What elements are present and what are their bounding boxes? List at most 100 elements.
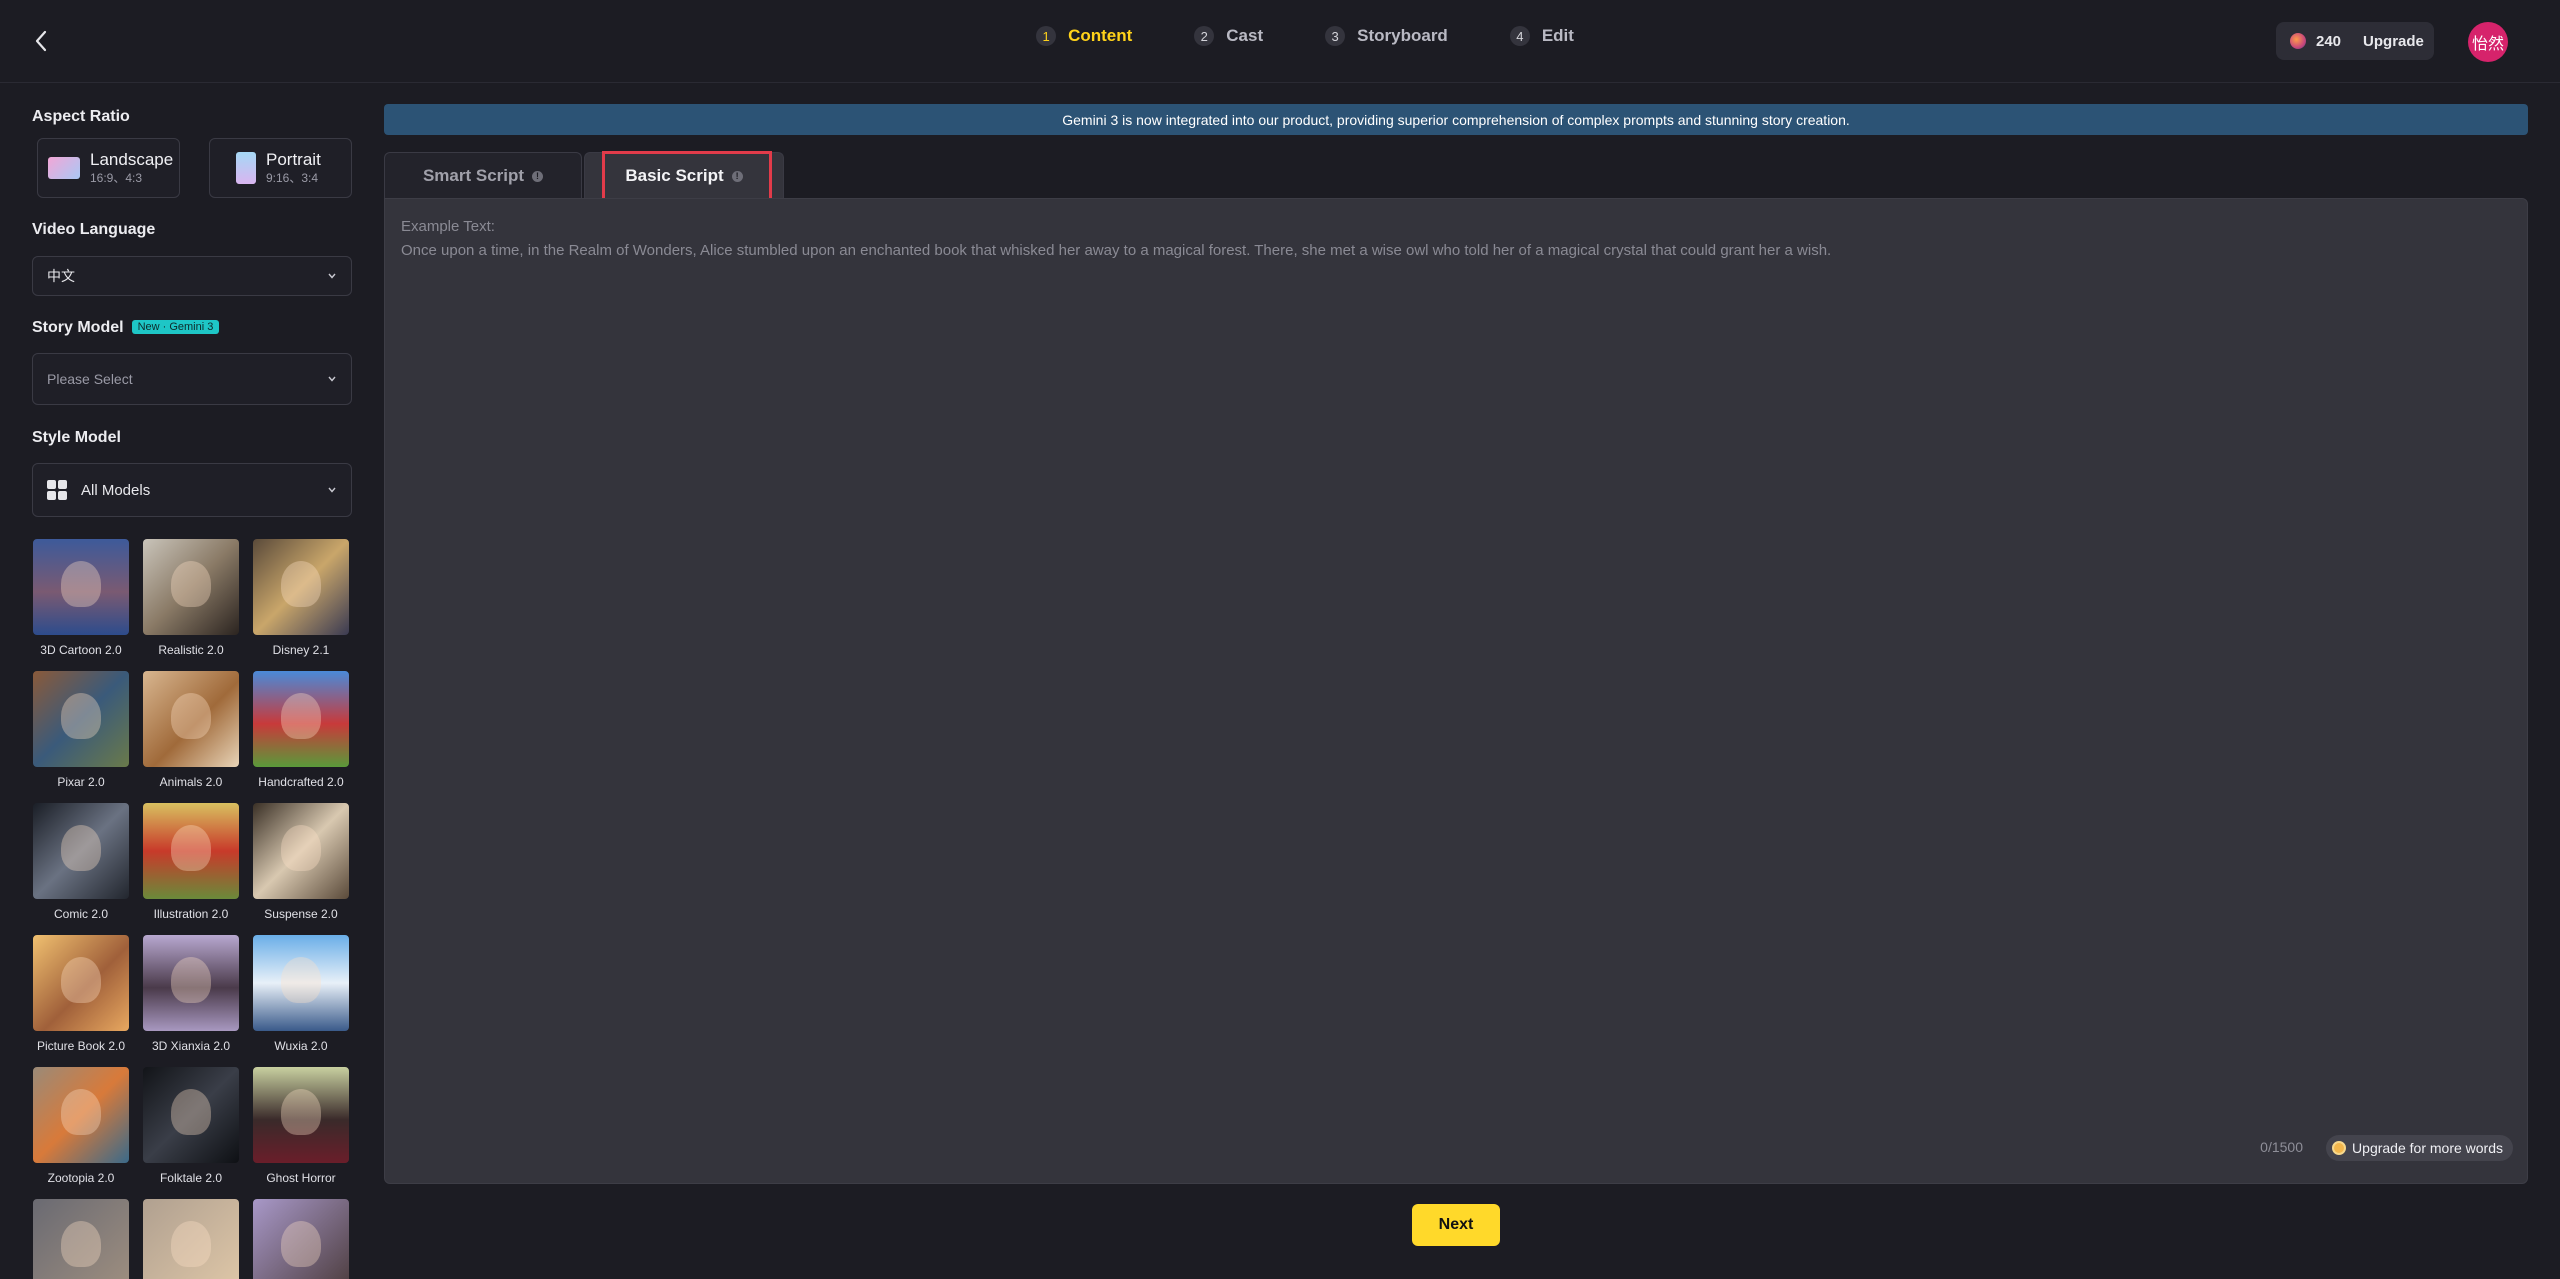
model-thumbnail <box>253 671 349 767</box>
model-thumbnail <box>253 1067 349 1163</box>
model-name: Zootopia 2.0 <box>47 1171 115 1185</box>
model-name: Animals 2.0 <box>159 775 223 789</box>
model-thumbnail <box>253 1199 349 1279</box>
style-model-label: Style Model <box>32 429 121 446</box>
model-name: Picture Book 2.0 <box>36 1039 126 1053</box>
landscape-icon <box>48 157 80 179</box>
portrait-ratios: 9:16、3:4 <box>266 171 319 185</box>
credit-count: 240 <box>2316 32 2342 50</box>
landscape-title: Landscape <box>90 150 174 169</box>
style-model-grid: 3D Cartoon 2.0 Realistic 2.0 Disney 2.1 … <box>33 539 353 1279</box>
model-name: Handcrafted 2.0 <box>258 775 344 789</box>
model-thumbnail <box>143 671 239 767</box>
video-language-value: 中文 <box>47 269 75 285</box>
grid-icon <box>47 480 67 500</box>
model-thumbnail <box>33 1067 129 1163</box>
aspect-ratio-label: Aspect Ratio <box>32 108 130 125</box>
model-thumbnail <box>143 539 239 635</box>
model-card[interactable]: Wuxia 2.0 <box>253 935 349 1053</box>
model-thumbnail <box>143 935 239 1031</box>
new-gemini-badge: New · Gemini 3 <box>131 320 220 334</box>
script-textarea[interactable] <box>385 199 2527 1139</box>
model-card[interactable]: Zootopia 2.0 <box>33 1067 129 1185</box>
upgrade-button[interactable]: Upgrade <box>2363 33 2424 50</box>
step-number: 3 <box>1325 26 1346 46</box>
model-name: 3D Cartoon 2.0 <box>40 643 122 657</box>
model-card[interactable]: 3D Cartoon 2.0 <box>33 539 129 657</box>
step-label: Cast <box>1226 26 1264 45</box>
model-card[interactable]: Ghost Horror <box>253 1067 349 1185</box>
model-thumbnail <box>33 1199 129 1279</box>
model-name: 3D Xianxia 2.0 <box>151 1039 231 1053</box>
announcement-banner: Gemini 3 is now integrated into our prod… <box>384 104 2528 135</box>
model-thumbnail <box>33 935 129 1031</box>
story-model-placeholder: Please Select <box>47 371 133 387</box>
model-name: Wuxia 2.0 <box>274 1039 328 1053</box>
model-thumbnail <box>33 671 129 767</box>
model-thumbnail <box>33 539 129 635</box>
style-model-select[interactable]: All Models <box>32 463 352 517</box>
word-count: 0/1500 <box>2260 1139 2303 1155</box>
coin-icon <box>2332 1141 2347 1155</box>
chevron-down-icon <box>328 273 336 279</box>
model-card[interactable] <box>33 1199 129 1279</box>
model-card[interactable] <box>253 1199 349 1279</box>
model-card[interactable]: Animals 2.0 <box>143 671 239 789</box>
upgrade-words-button[interactable]: Upgrade for more words <box>2326 1135 2513 1161</box>
model-card[interactable]: Comic 2.0 <box>33 803 129 921</box>
model-card[interactable]: Folktale 2.0 <box>143 1067 239 1185</box>
model-card[interactable]: Disney 2.1 <box>253 539 349 657</box>
model-thumbnail <box>143 1067 239 1163</box>
story-model-label: Story Model New · Gemini 3 <box>32 319 220 337</box>
portrait-icon <box>236 152 256 184</box>
step-number: 2 <box>1194 26 1215 46</box>
script-editor: 0/1500 Upgrade for more words <box>384 198 2528 1184</box>
step-label: Storyboard <box>1357 26 1448 45</box>
model-thumbnail <box>253 935 349 1031</box>
video-language-select[interactable]: 中文 <box>32 256 352 296</box>
step-cast[interactable]: 2 Cast <box>1194 26 1263 46</box>
avatar[interactable]: 怡然 <box>2468 22 2508 62</box>
tab-basic-script[interactable]: Basic Script ! <box>584 152 784 199</box>
step-edit[interactable]: 4 Edit <box>1509 26 1574 46</box>
top-bar: 1 Content 2 Cast 3 Storyboard 4 Edit 240… <box>0 0 2560 83</box>
model-card[interactable]: Handcrafted 2.0 <box>253 671 349 789</box>
step-number: 1 <box>1036 26 1057 46</box>
step-label: Edit <box>1541 26 1574 45</box>
model-card[interactable]: 3D Xianxia 2.0 <box>143 935 239 1053</box>
model-name: Pixar 2.0 <box>57 775 105 789</box>
tab-smart-script[interactable]: Smart Script ! <box>384 152 582 199</box>
tab-label: Smart Script <box>422 166 525 185</box>
settings-sidebar: Aspect Ratio Landscape 16:9、4:3 Portrait… <box>0 84 368 1279</box>
video-language-label: Video Language <box>32 221 156 238</box>
tab-label: Basic Script <box>625 166 724 185</box>
model-name: Suspense 2.0 <box>264 907 338 921</box>
step-number: 4 <box>1509 26 1530 46</box>
model-card[interactable]: Pixar 2.0 <box>33 671 129 789</box>
next-button[interactable]: Next <box>1412 1204 1500 1246</box>
model-card[interactable]: Picture Book 2.0 <box>33 935 129 1053</box>
credits-panel: 240 Upgrade <box>2276 22 2434 60</box>
upgrade-words-label: Upgrade for more words <box>2352 1140 2503 1156</box>
chevron-down-icon <box>328 376 336 382</box>
info-icon: ! <box>731 170 743 182</box>
landscape-ratios: 16:9、4:3 <box>90 171 143 185</box>
model-name: Folktale 2.0 <box>159 1171 223 1185</box>
info-icon: ! <box>532 170 544 182</box>
landscape-option[interactable]: Landscape 16:9、4:3 <box>37 138 180 198</box>
model-card[interactable]: Suspense 2.0 <box>253 803 349 921</box>
model-card[interactable] <box>143 1199 239 1279</box>
model-card[interactable]: Illustration 2.0 <box>143 803 239 921</box>
model-card[interactable]: Realistic 2.0 <box>143 539 239 657</box>
model-thumbnail <box>253 803 349 899</box>
step-label: Content <box>1068 26 1133 45</box>
model-name: Ghost Horror <box>266 1171 336 1185</box>
story-model-select[interactable]: Please Select <box>32 353 352 405</box>
model-name: Disney 2.1 <box>272 643 330 657</box>
model-name: Realistic 2.0 <box>158 643 224 657</box>
portrait-title: Portrait <box>266 150 321 169</box>
portrait-option[interactable]: Portrait 9:16、3:4 <box>209 138 352 198</box>
model-thumbnail <box>33 803 129 899</box>
step-storyboard[interactable]: 3 Storyboard <box>1325 26 1448 46</box>
step-content[interactable]: 1 Content <box>1036 26 1132 46</box>
